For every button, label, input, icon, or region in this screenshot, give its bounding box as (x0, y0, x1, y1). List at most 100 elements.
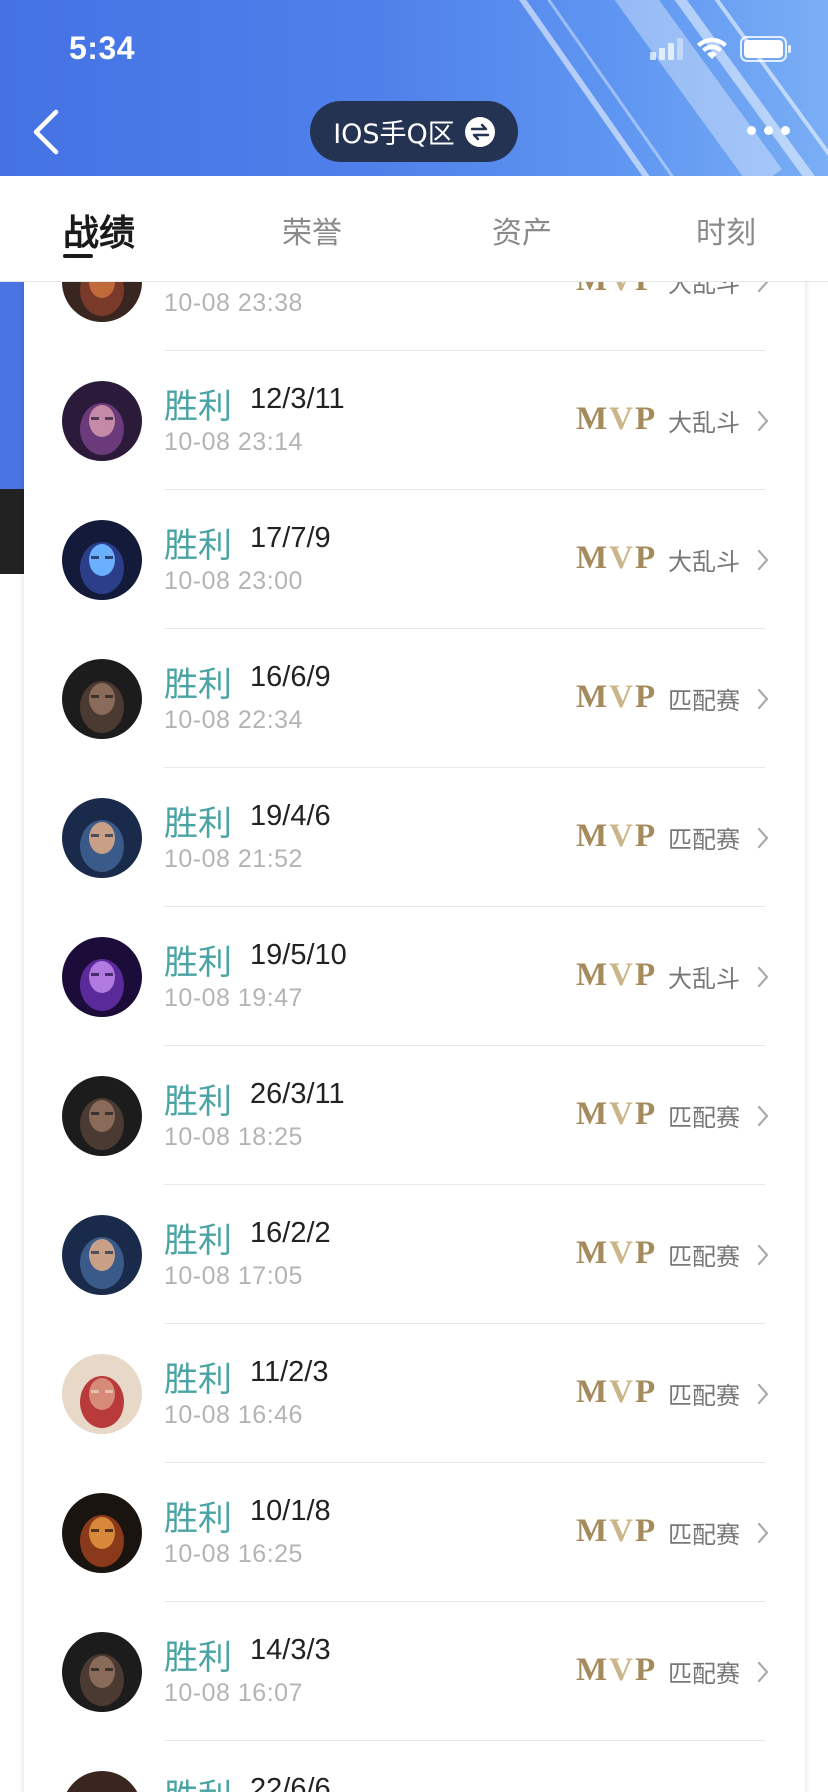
mvp-badge: MVP (576, 679, 658, 715)
hero-avatar (62, 1632, 142, 1712)
match-result: 胜利 (164, 1221, 232, 1261)
match-result: 胜利 (164, 1769, 232, 1792)
match-kda: 26/3/11 (250, 1078, 345, 1110)
tab-bar: 战绩 荣誉 资产 时刻 (0, 176, 828, 282)
match-kda: 16/6/9 (250, 661, 331, 693)
match-result: 胜利 (164, 1638, 232, 1678)
match-mode: 匹配赛 (668, 687, 740, 715)
match-kda: 12/3/11 (250, 383, 345, 415)
hero-avatar (62, 1771, 142, 1792)
match-mode: 匹配赛 (668, 826, 740, 854)
chevron-right-icon (757, 966, 769, 988)
status-icons (650, 36, 792, 62)
match-mode: 匹配赛 (668, 1660, 740, 1688)
match-row[interactable]: 胜利 22/6/6 (24, 1741, 805, 1792)
hero-avatar (62, 1493, 142, 1573)
match-time: 10-08 16:46 (164, 1401, 303, 1429)
match-kda: 22/6/6 (250, 1773, 331, 1792)
match-row[interactable]: 胜利 16/6/9 10-08 22:34 MVP 匹配赛 (24, 629, 805, 768)
match-time: 10-08 18:25 (164, 1123, 303, 1151)
hero-avatar (62, 381, 142, 461)
tab-assets[interactable]: 资产 (492, 208, 552, 252)
match-row[interactable]: 胜利 19/5/10 10-08 19:47 MVP 大乱斗 (24, 907, 805, 1046)
hero-avatar (62, 659, 142, 739)
mvp-badge: MVP (576, 1096, 658, 1132)
match-mode: 大乱斗 (668, 965, 740, 993)
match-mode: 大乱斗 (668, 409, 740, 437)
chevron-right-icon (757, 410, 769, 432)
chevron-right-icon (757, 1105, 769, 1127)
hero-avatar (62, 937, 142, 1017)
match-row[interactable]: 胜利 12/3/11 10-08 23:14 MVP 大乱斗 (24, 351, 805, 490)
match-time: 10-08 23:14 (164, 428, 303, 456)
match-result: 胜利 (164, 665, 232, 705)
match-kda: 19/4/6 (250, 800, 331, 832)
match-result: 胜利 (164, 1360, 232, 1400)
match-kda: 10/1/8 (250, 1495, 331, 1527)
match-kda: 16/2/2 (250, 1217, 331, 1249)
match-result: 胜利 (164, 804, 232, 844)
match-result: 胜利 (164, 387, 232, 427)
background-panel (0, 282, 24, 489)
chevron-right-icon (757, 827, 769, 849)
chevron-right-icon (757, 1244, 769, 1266)
match-row[interactable]: 胜利 16/2/2 10-08 17:05 MVP 匹配赛 (24, 1185, 805, 1324)
chevron-right-icon (757, 549, 769, 571)
match-time: 10-08 21:52 (164, 845, 303, 873)
match-row[interactable]: 胜利 17/7/9 10-08 23:00 MVP 大乱斗 (24, 490, 805, 629)
match-row[interactable]: 胜利 14/3/3 10-08 16:07 MVP 匹配赛 (24, 1602, 805, 1741)
match-row[interactable]: 胜利 10/1/8 10-08 16:25 MVP 匹配赛 (24, 1463, 805, 1602)
match-mode: 匹配赛 (668, 1243, 740, 1271)
server-label: IOS手Q区 (333, 119, 455, 150)
mvp-badge: MVP (576, 1652, 658, 1688)
tab-record[interactable]: 战绩 (63, 204, 135, 256)
switch-arrows-icon (464, 116, 495, 147)
back-arrow-icon[interactable] (28, 108, 64, 156)
hero-avatar (62, 520, 142, 600)
match-mode: 匹配赛 (668, 1382, 740, 1410)
battery-icon (740, 36, 791, 62)
signal-icon (650, 38, 683, 60)
top-header: 5:34 IOS手Q区 (0, 0, 828, 176)
mvp-badge: MVP (576, 540, 658, 576)
chevron-right-icon (757, 688, 769, 710)
match-time: 10-08 23:00 (164, 567, 303, 595)
tab-honor[interactable]: 荣誉 (282, 208, 342, 252)
hero-avatar (62, 1076, 142, 1156)
hero-avatar (62, 1215, 142, 1295)
match-time: 10-08 23:38 (164, 289, 303, 317)
more-options-icon[interactable] (747, 126, 790, 135)
status-time: 5:34 (69, 30, 136, 66)
match-kda: 11/2/3 (250, 1356, 329, 1388)
match-time: 10-08 16:07 (164, 1679, 303, 1707)
match-row[interactable]: 胜利 11/2/3 10-08 16:46 MVP 匹配赛 (24, 1324, 805, 1463)
chevron-right-icon (757, 1522, 769, 1544)
match-result: 胜利 (164, 1499, 232, 1539)
chevron-right-icon (757, 1383, 769, 1405)
mvp-badge: MVP (576, 1235, 658, 1271)
match-row[interactable]: 胜利 26/3/11 10-08 18:25 MVP 匹配赛 (24, 1046, 805, 1185)
hero-avatar (62, 1354, 142, 1434)
server-switch-button[interactable]: IOS手Q区 (310, 101, 518, 162)
match-result: 胜利 (164, 943, 232, 983)
match-row[interactable]: 胜利 19/4/6 10-08 21:52 MVP 匹配赛 (24, 768, 805, 907)
hero-avatar (62, 798, 142, 878)
tab-moments[interactable]: 时刻 (696, 208, 756, 252)
match-result: 胜利 (164, 1082, 232, 1122)
match-kda: 17/7/9 (250, 522, 331, 554)
match-time: 10-08 22:34 (164, 706, 303, 734)
match-time: 10-08 17:05 (164, 1262, 303, 1290)
active-tab-indicator (63, 254, 93, 258)
match-mode: 大乱斗 (668, 548, 740, 576)
match-kda: 14/3/3 (250, 1634, 331, 1666)
match-result: 胜利 (164, 526, 232, 566)
background-panel (0, 489, 24, 574)
match-mode: 匹配赛 (668, 1104, 740, 1132)
match-mode: 匹配赛 (668, 1521, 740, 1549)
mvp-badge: MVP (576, 1374, 658, 1410)
wifi-icon (697, 37, 727, 59)
match-time: 10-08 16:25 (164, 1540, 303, 1568)
chevron-right-icon (757, 1661, 769, 1683)
mvp-badge: MVP (576, 818, 658, 854)
match-time: 10-08 19:47 (164, 984, 303, 1012)
